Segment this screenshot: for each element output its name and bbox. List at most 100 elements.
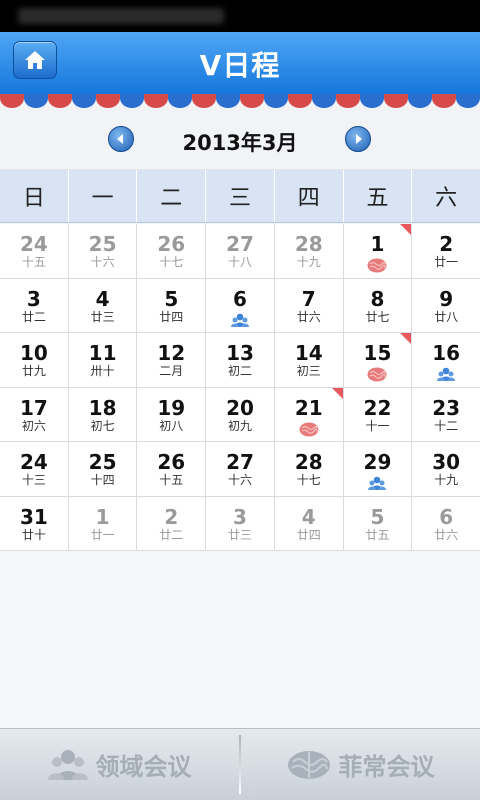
- lunar-date: 二月: [159, 364, 184, 378]
- calendar-day-cell[interactable]: 20 初九: [206, 387, 275, 442]
- lunar-date: 廿二: [159, 527, 184, 542]
- calendar-day-cell[interactable]: 6: [206, 278, 275, 333]
- calendar-day-cell[interactable]: 10 廿九: [0, 333, 69, 388]
- decorative-scallop-border: [0, 94, 480, 108]
- calendar-day-cell[interactable]: 23 十二: [412, 387, 480, 442]
- calendar-day-cell[interactable]: 11 卅十: [68, 333, 138, 388]
- lunar-date: 十八: [228, 255, 253, 269]
- calendar-day-cell[interactable]: 13 初二: [206, 333, 275, 388]
- calendar-day-cell[interactable]: 2 廿二: [137, 496, 207, 551]
- day-number: 26: [157, 450, 186, 474]
- lunar-date: 初九: [228, 418, 253, 433]
- lunar-date: 十六: [90, 255, 115, 269]
- lunar-date: 廿八: [434, 309, 459, 324]
- calendar-day-cell[interactable]: 12 二月: [137, 333, 207, 388]
- lunar-date: 廿四: [159, 309, 184, 324]
- event-indicator: [367, 258, 387, 277]
- domain-meeting-label: 领域会议: [95, 753, 192, 781]
- calendar-day-cell[interactable]: 3 廿二: [0, 278, 69, 333]
- calendar-day-cell[interactable]: 14 初三: [274, 333, 344, 388]
- calendar-day-cell[interactable]: 30 十九: [412, 442, 480, 497]
- calendar-day-cell[interactable]: 1: [343, 224, 413, 279]
- bottom-toolbar: 领域会议 菲常会议: [0, 728, 480, 800]
- calendar-day-cell[interactable]: 29: [343, 442, 413, 497]
- people-icon: [47, 749, 88, 780]
- weekday-label: 六: [435, 186, 458, 211]
- lunar-date: 廿六: [434, 527, 459, 542]
- calendar-day-cell[interactable]: 18 初七: [68, 387, 138, 442]
- previous-month-button[interactable]: [108, 126, 134, 152]
- app-title: V日程: [199, 49, 281, 82]
- calendar-day-cell[interactable]: 24 十五: [0, 224, 69, 279]
- next-month-button[interactable]: [345, 126, 371, 152]
- lunar-date: 十五: [21, 255, 46, 269]
- calendar-day-cell[interactable]: 16: [412, 333, 480, 388]
- brain-icon: [287, 750, 330, 779]
- calendar-day-cell[interactable]: 24 十三: [0, 442, 69, 497]
- lunar-date: 廿九: [21, 364, 46, 378]
- calendar-day-cell[interactable]: 31 廿十: [0, 496, 69, 551]
- calendar-day-cell[interactable]: 9 廿八: [412, 278, 480, 333]
- day-number: 11: [88, 341, 117, 365]
- calendar-day-cell[interactable]: 4 廿三: [68, 278, 138, 333]
- calendar-week-row: 24 十五 25 十六 26 十七 27 十八 28 十九 1 2 廿一: [0, 224, 480, 279]
- calendar-week-row: 17 初六 18 初七 19 初八 20 初九 21 22 十一 23 十二: [0, 387, 480, 442]
- event-corner-marker: [400, 333, 412, 344]
- calendar-week-row: 3 廿二 4 廿三 5 廿四 6 7 廿六 8 廿七 9 廿八: [0, 278, 480, 333]
- day-number: 3: [233, 504, 247, 529]
- calendar-day-cell[interactable]: 1 廿一: [68, 496, 138, 551]
- day-number: 4: [301, 504, 316, 529]
- lunar-date: 廿六: [296, 309, 321, 324]
- calendar-day-cell[interactable]: 3 廿三: [206, 496, 275, 551]
- calendar-day-cell[interactable]: 21: [274, 387, 344, 442]
- calendar-day-cell[interactable]: 8 廿七: [343, 278, 413, 333]
- day-number: 24: [19, 450, 48, 474]
- day-number: 21: [294, 395, 323, 420]
- day-number: 27: [226, 232, 254, 256]
- day-number: 4: [95, 286, 110, 311]
- calendar-day-cell[interactable]: 2 廿一: [412, 224, 480, 279]
- calendar-day-cell[interactable]: 28 十九: [274, 224, 344, 279]
- day-number: 25: [88, 450, 117, 474]
- calendar-day-cell[interactable]: 28 十七: [274, 442, 344, 497]
- day-number: 26: [157, 232, 186, 256]
- calendar-day-cell[interactable]: 27 十六: [206, 442, 275, 497]
- event-indicator: [368, 476, 387, 495]
- calendar-day-cell[interactable]: 19 初八: [137, 387, 207, 442]
- lunar-date: 廿三: [90, 309, 115, 324]
- day-number: 29: [363, 450, 392, 474]
- day-number: 20: [226, 395, 254, 420]
- calendar-day-cell[interactable]: 4 廿四: [274, 496, 344, 551]
- calendar-day-cell[interactable]: 5 廿四: [137, 278, 207, 333]
- day-number: 30: [432, 450, 461, 474]
- day-number: 12: [157, 341, 186, 365]
- day-number: 9: [439, 286, 454, 311]
- calendar-day-cell[interactable]: 25 十六: [68, 224, 138, 279]
- day-number: 10: [19, 341, 48, 365]
- calendar-day-cell[interactable]: 17 初六: [0, 387, 69, 442]
- lunar-date: 廿四: [296, 527, 321, 542]
- special-meeting-button[interactable]: 菲常会议: [241, 729, 480, 800]
- calendar-day-cell[interactable]: 6 廿六: [412, 496, 480, 551]
- calendar-day-cell[interactable]: 25 十四: [68, 442, 138, 497]
- calendar-day-cell[interactable]: 27 十八: [206, 224, 275, 279]
- domain-meeting-button[interactable]: 领域会议: [0, 729, 239, 800]
- day-number: 13: [226, 341, 254, 365]
- chevron-right-icon: [356, 134, 362, 144]
- event-corner-marker: [400, 224, 412, 235]
- calendar-day-cell[interactable]: 26 十七: [137, 224, 207, 279]
- lunar-date: 十二: [434, 418, 459, 433]
- calendar-day-cell[interactable]: 22 十一: [343, 387, 413, 442]
- calendar-day-cell[interactable]: 7 廿六: [274, 278, 344, 333]
- calendar-day-cell[interactable]: 5 廿五: [343, 496, 413, 551]
- calendar-day-cell[interactable]: 15: [343, 333, 413, 388]
- day-number: 5: [164, 286, 179, 311]
- weekday-label: 二: [137, 170, 207, 222]
- day-number: 17: [19, 395, 48, 420]
- weekday-label: 三: [206, 170, 275, 222]
- status-bar-blurred-content: [18, 8, 224, 24]
- month-label: 2013年3月: [182, 131, 298, 155]
- calendar-day-cell[interactable]: 26 十五: [137, 442, 207, 497]
- people-icon: [231, 313, 250, 327]
- day-number: 2: [439, 232, 454, 256]
